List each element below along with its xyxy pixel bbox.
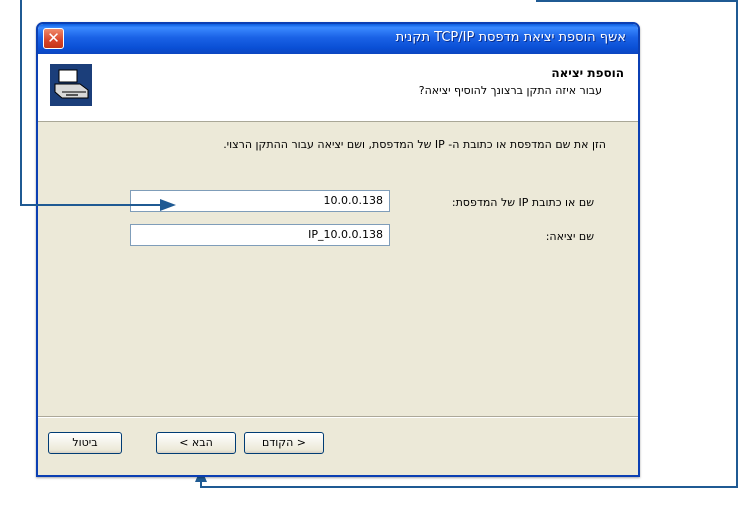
- callout-line-top-horizontal: [536, 0, 738, 2]
- title-bar[interactable]: ✕ אשף הוספת יציאת מדפסת TCP/IP תקנית: [38, 24, 638, 54]
- port-name-label: שם יציאה:: [545, 230, 594, 243]
- wizard-window: ✕ אשף הוספת יציאת מדפסת TCP/IP תקנית הוס…: [36, 22, 640, 477]
- callout-line-left-vertical: [20, 0, 22, 206]
- callout-line-left-horizontal: [20, 204, 162, 206]
- wizard-header: הוספת יציאה עבור איזה התקן ברצונך להוסיף…: [38, 54, 638, 122]
- callout-line-bottom-vertical: [200, 482, 202, 488]
- window-title: אשף הוספת יציאת מדפסת TCP/IP תקנית: [395, 30, 626, 45]
- printer-name-label: שם או כתובת IP של המדפסת:: [451, 196, 594, 209]
- callout-line-bottom-horizontal: [200, 486, 738, 488]
- button-separator: [38, 416, 638, 418]
- callout-arrow-right: [160, 199, 176, 211]
- back-button[interactable]: < הקודם: [244, 432, 324, 454]
- header-title: הוספת יציאה: [551, 66, 624, 80]
- close-icon[interactable]: ✕: [43, 28, 64, 49]
- port-name-input[interactable]: IP_10.0.0.138: [130, 224, 390, 246]
- printer-icon: [50, 64, 92, 106]
- next-button[interactable]: הבא >: [156, 432, 236, 454]
- cancel-button[interactable]: ביטול: [48, 432, 122, 454]
- header-subtitle: עבור איזה התקן ברצונך להוסיף יציאה?: [418, 84, 602, 97]
- instruction-text: הזן את שם המדפסת או כתובת ה- IP של המדפס…: [223, 138, 606, 151]
- callout-line-right-vertical: [736, 0, 738, 488]
